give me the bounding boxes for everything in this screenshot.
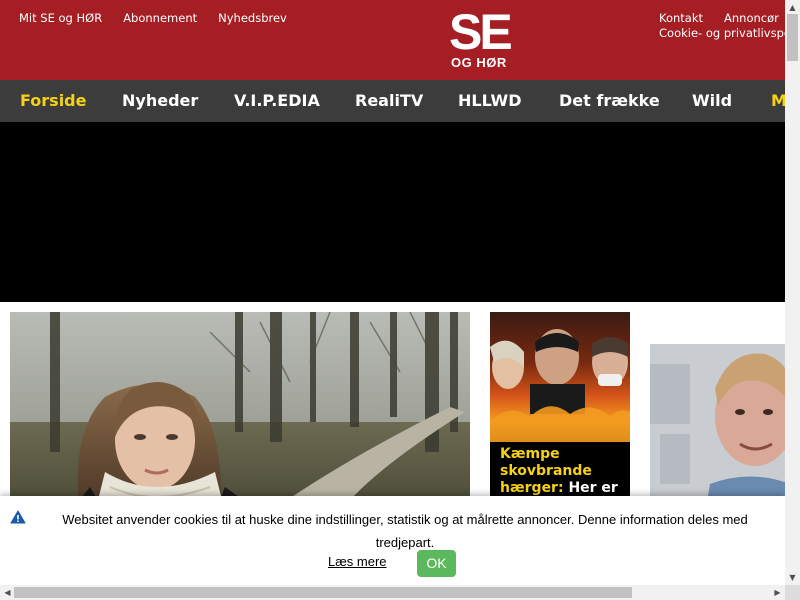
- scroll-down-arrow-icon[interactable]: ▼: [785, 570, 800, 585]
- horizontal-scrollbar[interactable]: ◀ ▶: [0, 585, 785, 600]
- hero-article-image[interactable]: [10, 312, 470, 512]
- link-kontakt[interactable]: Kontakt: [659, 11, 703, 26]
- horizontal-scroll-thumb[interactable]: [14, 587, 632, 598]
- nav-item-realitv[interactable]: RealiTV: [355, 80, 423, 122]
- scrollbar-corner: [785, 585, 800, 600]
- cookie-message: Websitet anvender cookies til at huske d…: [62, 512, 748, 550]
- nav-item-forside[interactable]: Forside: [20, 80, 86, 122]
- logo-subtitle: OG HØR: [451, 55, 507, 70]
- logo-wordmark: SE: [449, 4, 513, 60]
- ad-banner[interactable]: [0, 122, 785, 302]
- nav-item-wild[interactable]: Wild: [692, 80, 732, 122]
- nav-item-vipedia[interactable]: V.I.P.EDIA: [234, 80, 320, 122]
- header-right-links: Kontakt Annoncør Cookie- og privatlivspo…: [659, 11, 785, 41]
- link-nyhedsbrev[interactable]: Nyhedsbrev: [218, 11, 287, 25]
- scroll-up-arrow-icon[interactable]: ▲: [785, 0, 800, 15]
- warning-icon: [10, 510, 26, 524]
- header-right-row: Kontakt Annoncør: [659, 11, 785, 26]
- nav-item-hllwd[interactable]: HLLWD: [458, 80, 521, 122]
- main-nav: Forside Nyheder V.I.P.EDIA RealiTV HLLWD…: [0, 80, 785, 122]
- link-cookie-privacy[interactable]: Cookie- og privatlivspolitik: [659, 26, 785, 41]
- nav-item-nyheder[interactable]: Nyheder: [122, 80, 198, 122]
- header-left-links: Mit SE og HØR Abonnement Nyhedsbrev: [19, 11, 287, 25]
- side-article-image[interactable]: [650, 344, 785, 514]
- header-right-row: Cookie- og privatlivspolitik: [659, 26, 785, 41]
- teaser-article[interactable]: Kæmpe skovbrande hærger: Her er: [490, 312, 630, 512]
- cookie-banner: Websitet anvender cookies til at huske d…: [0, 496, 785, 585]
- link-annoncoer[interactable]: Annoncør: [724, 11, 779, 26]
- hero-photo: [10, 312, 470, 512]
- teaser-headline-rest: Her er: [568, 480, 618, 496]
- link-mit-se-og-hoer[interactable]: Mit SE og HØR: [19, 11, 102, 25]
- page-viewport: Mit SE og HØR Abonnement Nyhedsbrev SE O…: [0, 0, 785, 585]
- cookie-ok-button[interactable]: OK: [417, 550, 456, 577]
- scroll-left-arrow-icon[interactable]: ◀: [0, 585, 15, 600]
- site-logo[interactable]: SE OG HØR: [449, 4, 513, 72]
- site-header: Mit SE og HØR Abonnement Nyhedsbrev SE O…: [0, 0, 785, 80]
- teaser-headline[interactable]: Kæmpe skovbrande hærger: Her er: [500, 446, 625, 497]
- link-abonnement[interactable]: Abonnement: [123, 11, 197, 25]
- teaser-photo: [490, 329, 630, 442]
- teaser-image: [490, 312, 630, 442]
- portrait-photo: [650, 344, 785, 514]
- scroll-right-arrow-icon[interactable]: ▶: [770, 585, 785, 600]
- nav-item-det-fraekke[interactable]: Det frække: [559, 80, 660, 122]
- vertical-scrollbar[interactable]: ▲ ▼: [785, 0, 800, 585]
- nav-item-more[interactable]: M: [771, 80, 785, 122]
- cookie-read-more-link[interactable]: Læs mere: [328, 554, 387, 569]
- vertical-scroll-thumb[interactable]: [787, 14, 798, 61]
